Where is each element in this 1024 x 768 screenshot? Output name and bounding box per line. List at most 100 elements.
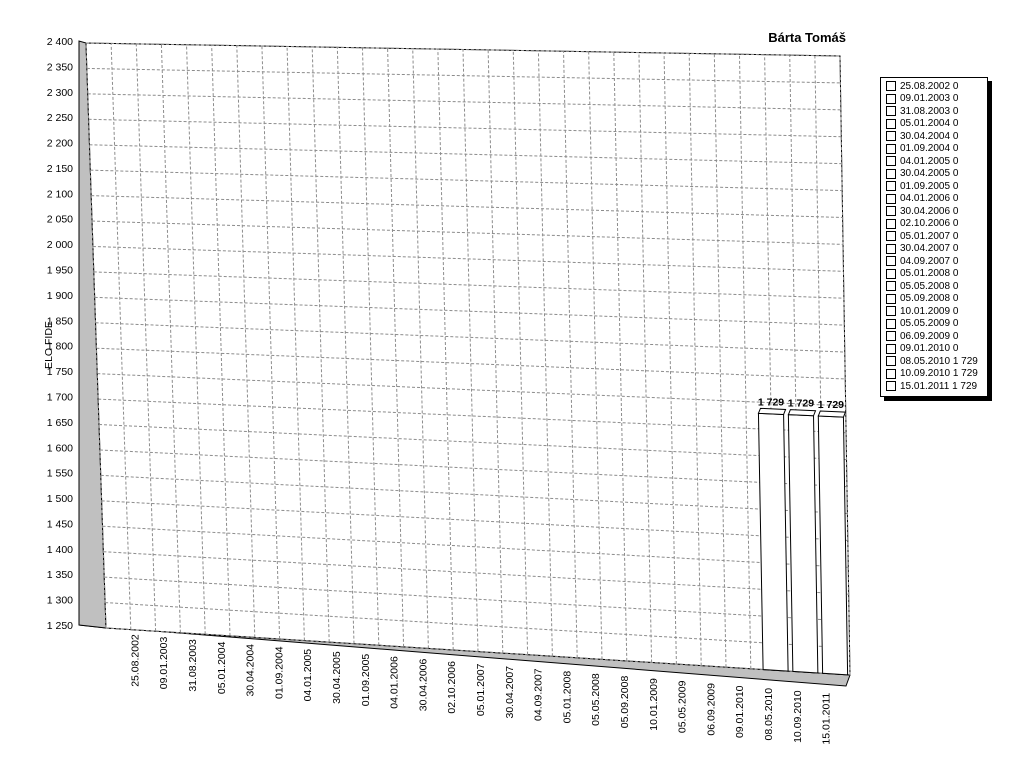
x-tick-label: 30.04.2005 xyxy=(331,651,343,704)
legend-item: 06.09.2009 0 xyxy=(881,330,987,343)
legend-swatch xyxy=(886,281,896,292)
bar-top-10.09.2010 xyxy=(787,409,817,417)
x-tick-label: 02.10.2006 xyxy=(446,661,458,714)
legend-label: 04.01.2005 0 xyxy=(900,155,959,167)
y-tick-label: 2 000 xyxy=(47,239,73,251)
legend-swatch xyxy=(886,143,896,154)
legend-item: 15.01.2011 1 729 xyxy=(881,380,987,393)
legend-item: 05.01.2004 0 xyxy=(881,118,987,131)
x-tick-label: 15.01.2011 xyxy=(821,693,833,745)
y-tick-label: 1 300 xyxy=(47,595,73,607)
legend-label: 04.09.2007 0 xyxy=(900,255,959,267)
legend-label: 15.01.2011 1 729 xyxy=(900,380,978,392)
legend-swatch xyxy=(886,256,896,267)
x-tick-label: 30.04.2007 xyxy=(504,666,516,719)
legend-label: 10.09.2010 1 729 xyxy=(900,368,978,380)
legend-label: 06.09.2009 0 xyxy=(900,330,959,342)
bar-15.01.2011 xyxy=(817,415,849,676)
legend-item: 04.01.2005 0 xyxy=(881,155,987,168)
legend-item: 05.01.2008 0 xyxy=(881,268,987,281)
legend-item: 30.04.2004 0 xyxy=(881,130,987,143)
legend-label: 05.01.2008 0 xyxy=(900,268,959,280)
legend-label: 01.09.2004 0 xyxy=(900,143,959,155)
x-tick-label: 25.08.2002 xyxy=(129,634,141,687)
legend-swatch xyxy=(886,81,896,92)
chart-canvas: 1 250 1 300 1 350 1 400 1 450 1 500 1 550 1 600… xyxy=(43,30,851,745)
legend-label: 05.01.2004 0 xyxy=(900,118,959,130)
y-tick-label: 1 550 xyxy=(47,468,73,480)
legend-label: 05.05.2009 0 xyxy=(900,318,959,330)
legend-item: 01.09.2005 0 xyxy=(881,180,987,193)
legend-label: 30.04.2007 0 xyxy=(900,243,959,255)
y-axis-label: ELO FIDE xyxy=(43,321,55,369)
legend-swatch xyxy=(886,331,896,342)
x-tick-label: 05.01.2008 xyxy=(561,671,573,724)
y-tick-label: 1 600 xyxy=(47,442,73,454)
y-tick-label: 1 400 xyxy=(47,544,73,556)
legend-item: 05.01.2007 0 xyxy=(881,230,987,243)
bar-08.05.2010 xyxy=(757,412,789,672)
data-label: 1 729 xyxy=(788,398,814,410)
legend-swatch xyxy=(886,306,896,317)
x-tick-label: 04.01.2006 xyxy=(389,656,401,709)
legend-swatch xyxy=(886,218,896,229)
y-tick-label: 2 300 xyxy=(47,87,73,99)
legend-label: 30.04.2004 0 xyxy=(900,130,959,142)
legend-item: 25.08.2002 0 xyxy=(881,80,987,93)
legend-item: 02.10.2006 0 xyxy=(881,218,987,231)
legend-item: 05.09.2008 0 xyxy=(881,293,987,306)
data-label: 1 729 xyxy=(758,396,784,408)
legend-swatch xyxy=(886,93,896,104)
legend-label: 01.09.2005 0 xyxy=(900,180,959,192)
x-tick-label: 10.01.2009 xyxy=(648,678,660,731)
bar-top-08.05.2010 xyxy=(757,407,787,415)
y-tick-label: 1 700 xyxy=(47,391,73,403)
x-tick-label: 05.05.2009 xyxy=(677,680,689,733)
y-tick-label: 2 200 xyxy=(47,138,73,150)
legend-swatch xyxy=(886,193,896,204)
legend-item: 05.05.2009 0 xyxy=(881,318,987,331)
legend-label: 04.01.2006 0 xyxy=(900,193,959,205)
legend-swatch xyxy=(886,368,896,379)
x-tick-label: 06.09.2009 xyxy=(705,683,717,736)
legend-swatch xyxy=(886,243,896,254)
legend-swatch xyxy=(886,206,896,217)
x-tick-label: 09.01.2003 xyxy=(158,637,170,690)
legend-label: 09.01.2003 0 xyxy=(900,93,959,105)
legend-swatch xyxy=(886,131,896,142)
legend-label: 08.05.2010 1 729 xyxy=(900,355,978,367)
legend-swatch xyxy=(886,106,896,117)
legend-label: 09.01.2010 0 xyxy=(900,343,959,355)
legend-label: 10.01.2009 0 xyxy=(900,305,959,317)
x-tick-label: 08.05.2010 xyxy=(763,688,775,741)
y-tick-label: 1 900 xyxy=(47,290,73,302)
legend-item: 30.04.2006 0 xyxy=(881,205,987,218)
y-tick-label: 2 350 xyxy=(47,61,73,73)
bar-top-15.01.2011 xyxy=(817,410,847,418)
y-tick-label: 1 650 xyxy=(47,417,73,429)
legend-item: 10.01.2009 0 xyxy=(881,305,987,318)
x-tick-label: 30.04.2004 xyxy=(245,644,257,697)
legend-item: 30.04.2005 0 xyxy=(881,168,987,181)
legend-swatch xyxy=(886,156,896,167)
legend-swatch xyxy=(886,381,896,392)
legend-label: 05.09.2008 0 xyxy=(900,293,959,305)
legend-item: 04.09.2007 0 xyxy=(881,255,987,268)
legend-item: 31.08.2003 0 xyxy=(881,105,987,118)
legend-swatch xyxy=(886,293,896,304)
chart-title: Bárta Tomáš xyxy=(768,30,846,45)
y-tick-label: 1 500 xyxy=(47,493,73,505)
x-tick-label: 05.01.2004 xyxy=(216,641,228,694)
x-tick-label: 31.08.2003 xyxy=(187,639,199,692)
x-tick-label: 10.09.2010 xyxy=(792,690,804,743)
legend-label: 25.08.2002 0 xyxy=(900,80,959,92)
x-tick-label: 09.01.2010 xyxy=(734,685,746,738)
legend-swatch xyxy=(886,268,896,279)
y-tick-label: 1 250 xyxy=(47,620,73,632)
legend-item: 09.01.2010 0 xyxy=(881,343,987,356)
y-tick-label: 1 350 xyxy=(47,569,73,581)
y-tick-label: 2 100 xyxy=(47,188,73,200)
legend-swatch xyxy=(886,181,896,192)
y-tick-label: 1 450 xyxy=(47,518,73,530)
data-label: 1 729 xyxy=(818,399,844,411)
